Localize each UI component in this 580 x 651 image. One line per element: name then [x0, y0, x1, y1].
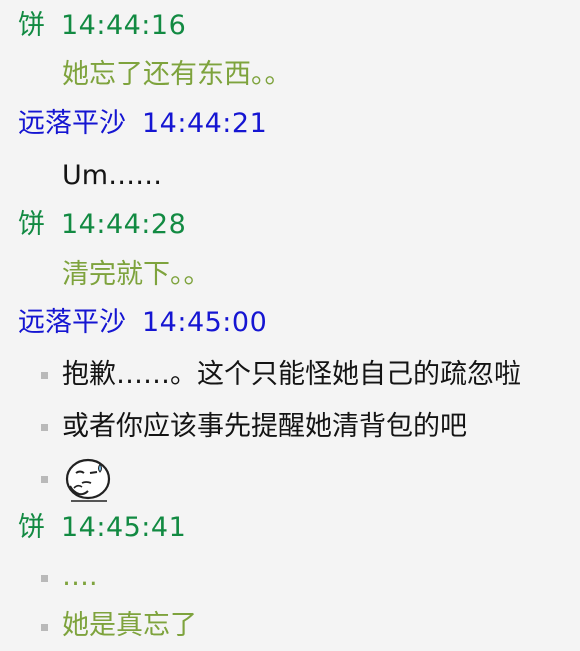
sender-name: 远落平沙 [18, 108, 126, 139]
sender-name: 饼 [18, 10, 45, 41]
message-text: 或者你应该事先提醒她清背包的吧 [62, 411, 467, 442]
bullet-marker [41, 372, 48, 379]
bullet-marker [41, 624, 48, 631]
message-text: 她忘了还有东西。。 [62, 59, 292, 90]
message-header: 饼 14:45:41 [18, 510, 186, 546]
timestamp: 14:44:16 [61, 10, 187, 41]
message-header: 饼 14:44:28 [18, 207, 186, 243]
bullet-marker [41, 575, 48, 582]
timestamp: 14:45:41 [61, 512, 187, 543]
message-text: 清完就下。。 [62, 259, 211, 290]
sender-name: 饼 [18, 209, 45, 240]
message-header: 远落平沙 14:44:21 [18, 106, 267, 142]
message-text: 抱歉……。这个只能怪她自己的疏忽啦 [62, 359, 521, 390]
sender-name: 饼 [18, 512, 45, 543]
timestamp: 14:44:28 [61, 209, 187, 240]
timestamp: 14:45:00 [142, 307, 268, 338]
chat-log: 饼 14:44:16 她忘了还有东西。。 远落平沙 14:44:21 Um…… 饼1… [0, 0, 580, 651]
message-text: 她是真忘了 [62, 610, 197, 641]
sender-name: 远落平沙 [18, 307, 126, 338]
bullet-marker [41, 424, 48, 431]
message-header: 饼 14:44:16 [18, 8, 186, 44]
timestamp: 14:44:21 [142, 108, 268, 139]
sweating-thinking-face-emoji [65, 458, 111, 502]
message-text: …. [62, 561, 98, 592]
message-text: Um…… [62, 160, 163, 191]
bullet-marker [41, 476, 48, 483]
message-header: 远落平沙 14:45:00 [18, 305, 267, 341]
